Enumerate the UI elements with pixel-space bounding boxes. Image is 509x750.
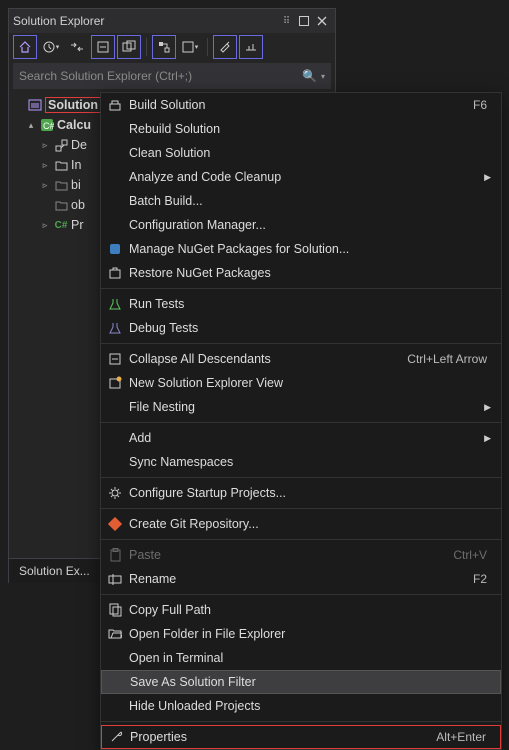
menu-add[interactable]: Add▶ [101,426,501,450]
restore-icon [101,266,129,280]
dependencies-icon [53,137,69,153]
folder-icon [53,157,69,173]
expander-icon[interactable]: ▹ [39,179,51,191]
search-input[interactable] [19,69,302,83]
submenu-arrow-icon: ▶ [484,402,501,413]
collapse-all-icon[interactable] [91,35,115,59]
menu-batch-build[interactable]: Batch Build... [101,189,501,213]
paste-icon [101,548,129,562]
flask-debug-icon [101,321,129,335]
flask-icon [101,297,129,311]
csharp-project-icon: C# [39,117,55,133]
maximize-icon[interactable] [295,12,313,30]
menu-collapse[interactable]: Collapse All DescendantsCtrl+Left Arrow [101,347,501,371]
home-icon[interactable] [13,35,37,59]
shortcut: Ctrl+V [453,548,501,562]
menu-hide-unloaded[interactable]: Hide Unloaded Projects [101,694,501,718]
svg-text:C#: C# [43,121,54,131]
history-icon[interactable]: ▾ [39,35,63,59]
settings-icon[interactable] [239,35,263,59]
folder-icon [53,197,69,213]
item-label: bi [71,178,81,192]
drag-handle-icon[interactable]: ⠿ [279,16,295,27]
menu-sync-namespaces[interactable]: Sync Namespaces [101,450,501,474]
expander-icon[interactable]: ▹ [39,139,51,151]
gear-icon [101,486,129,500]
solution-label: Solution [45,97,101,113]
menu-startup-projects[interactable]: Configure Startup Projects... [101,481,501,505]
solution-icon [27,97,43,113]
menu-rebuild[interactable]: Rebuild Solution [101,117,501,141]
menu-analyze[interactable]: Analyze and Code Cleanup▶ [101,165,501,189]
properties-icon[interactable] [213,35,237,59]
menu-paste: PasteCtrl+V [101,543,501,567]
wrench-icon [102,730,130,744]
search-icon[interactable]: 🔍 [302,69,317,83]
menu-properties[interactable]: PropertiesAlt+Enter [101,725,501,749]
menu-save-filter[interactable]: Save As Solution Filter [101,670,501,694]
search-options-icon[interactable]: ▾ [321,72,325,81]
menu-open-folder[interactable]: Open Folder in File Explorer [101,622,501,646]
collapse-icon [101,353,129,365]
shortcut: Alt+Enter [436,730,500,744]
project-label: Calcu [57,118,91,132]
menu-new-view[interactable]: New Solution Explorer View [101,371,501,395]
toolbar: ▾ ▾ [9,33,335,61]
submenu-arrow-icon: ▶ [484,433,501,444]
scope-icon[interactable] [152,35,176,59]
item-label: De [71,138,87,152]
item-label: In [71,158,81,172]
nuget-icon [101,242,129,256]
menu-rename[interactable]: RenameF2 [101,567,501,591]
shortcut: F2 [473,572,501,586]
menu-copy-path[interactable]: Copy Full Path [101,598,501,622]
menu-open-terminal[interactable]: Open in Terminal [101,646,501,670]
copy-icon [101,603,129,617]
menu-config-manager[interactable]: Configuration Manager... [101,213,501,237]
open-folder-icon [101,628,129,640]
menu-clean[interactable]: Clean Solution [101,141,501,165]
csharp-file-icon: C# [53,217,69,233]
shortcut: Ctrl+Left Arrow [407,352,501,366]
panel-titlebar: Solution Explorer ⠿ [9,9,335,33]
expander-icon[interactable]: ▹ [39,219,51,231]
menu-file-nesting[interactable]: File Nesting▶ [101,395,501,419]
rename-icon [101,573,129,585]
shortcut: F6 [473,98,501,112]
tab-solution-explorer[interactable]: Solution Ex... [9,559,101,583]
git-icon [101,517,129,531]
menu-build[interactable]: Build SolutionF6 [101,93,501,117]
submenu-arrow-icon: ▶ [484,172,501,183]
context-menu: Build SolutionF6 Rebuild Solution Clean … [100,92,502,750]
build-icon [101,98,129,112]
search-box[interactable]: 🔍 ▾ [13,63,331,89]
new-view-icon [101,376,129,390]
preview-icon[interactable]: ▾ [178,35,202,59]
show-all-icon[interactable] [117,35,141,59]
sync-icon[interactable] [65,35,89,59]
menu-run-tests[interactable]: Run Tests [101,292,501,316]
menu-debug-tests[interactable]: Debug Tests [101,316,501,340]
expander-icon[interactable]: ▴ [25,119,37,131]
menu-nuget-restore[interactable]: Restore NuGet Packages [101,261,501,285]
panel-title: Solution Explorer [13,14,104,28]
item-label: ob [71,198,85,212]
item-label: Pr [71,218,84,232]
menu-git-repo[interactable]: Create Git Repository... [101,512,501,536]
folder-icon [53,177,69,193]
menu-nuget-manage[interactable]: Manage NuGet Packages for Solution... [101,237,501,261]
expander-icon[interactable]: ▹ [39,159,51,171]
close-icon[interactable] [313,12,331,30]
